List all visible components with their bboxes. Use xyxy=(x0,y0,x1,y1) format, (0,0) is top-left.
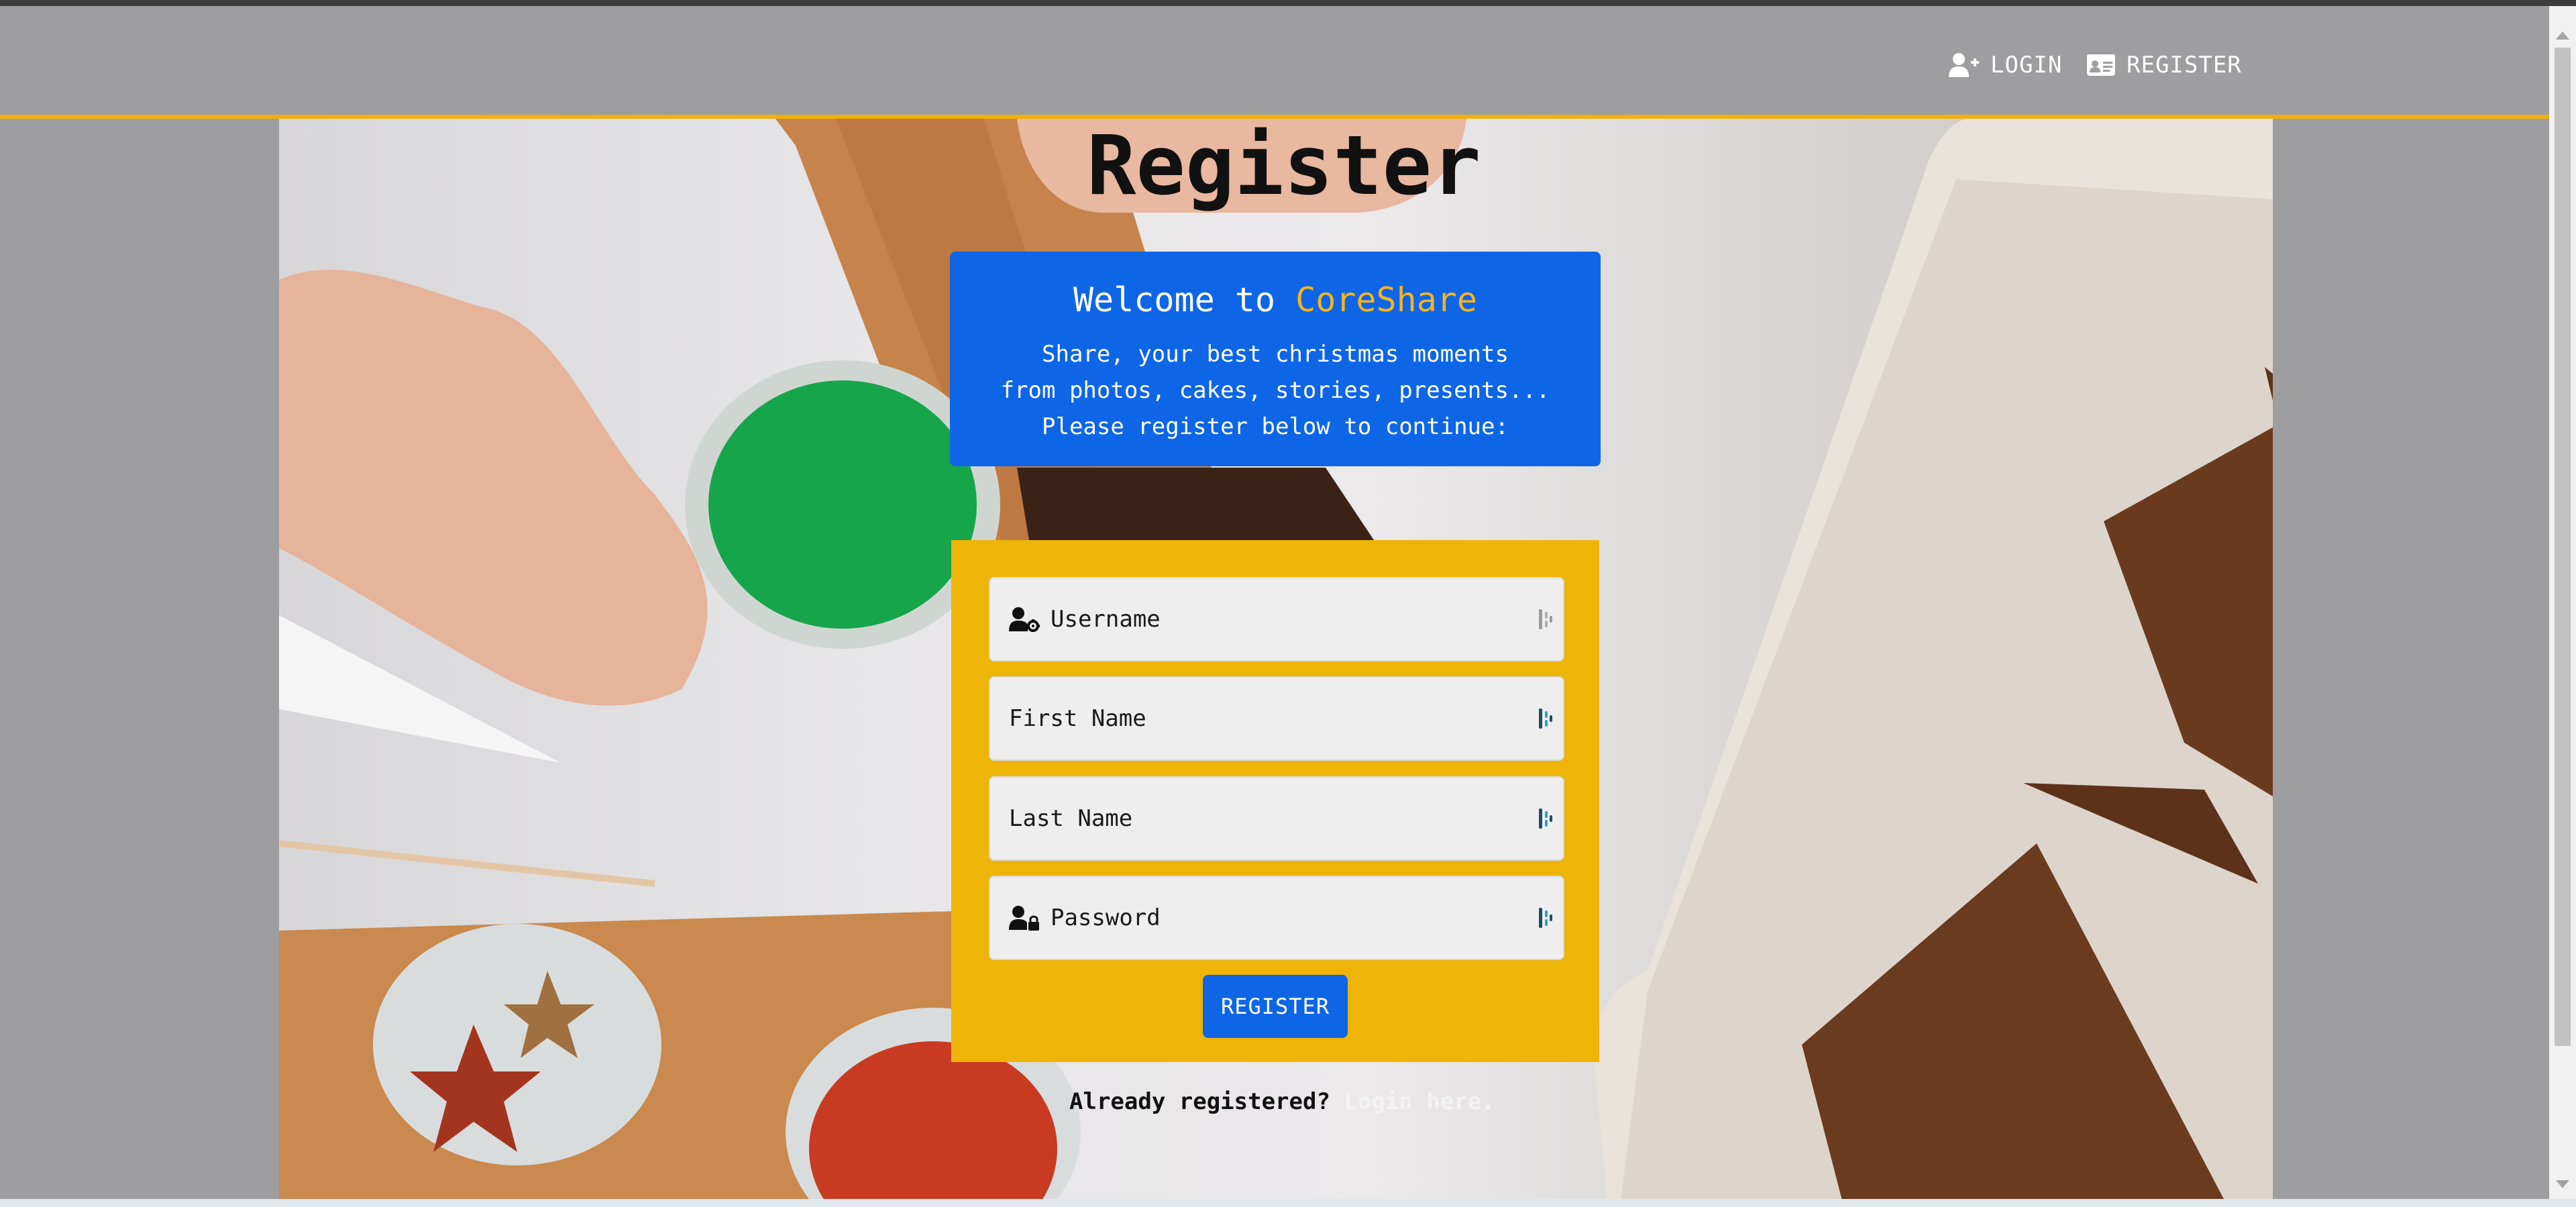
welcome-line-2: from photos, cakes, stories, presents... xyxy=(1000,377,1550,404)
login-prompt: Already registered? Login here. xyxy=(1069,1088,1495,1115)
lastname-field-wrapper xyxy=(989,776,1564,861)
welcome-card: Welcome to CoreShare Share, your best ch… xyxy=(950,252,1601,466)
lastname-input[interactable] xyxy=(1009,778,1538,859)
welcome-prefix: Welcome to xyxy=(1073,280,1296,319)
welcome-description: Share, your best christmas moments from … xyxy=(950,336,1601,445)
id-card-icon xyxy=(2087,54,2115,76)
welcome-line-3: Please register below to continue: xyxy=(1042,413,1509,440)
nav-login-link[interactable]: LOGIN xyxy=(1949,45,2062,85)
firstname-input[interactable] xyxy=(1009,678,1538,759)
nav-register-link[interactable]: REGISTER xyxy=(2086,45,2242,85)
user-plus-icon xyxy=(1949,53,1979,77)
register-submit-button[interactable]: REGISTER xyxy=(1203,975,1348,1038)
password-manager-icon[interactable] xyxy=(1538,608,1554,631)
welcome-heading: Welcome to CoreShare xyxy=(950,278,1601,321)
nav-login-label: LOGIN xyxy=(1990,52,2063,78)
username-field-wrapper xyxy=(989,577,1564,662)
password-field-wrapper xyxy=(989,876,1564,960)
brand-name: CoreShare xyxy=(1295,280,1478,319)
vertical-scrollbar[interactable] xyxy=(2549,6,2576,1199)
login-prompt-text: Already registered? xyxy=(1069,1088,1344,1115)
password-manager-icon[interactable] xyxy=(1538,707,1554,730)
page-title: Register xyxy=(1087,118,1481,213)
login-here-link[interactable]: Login here. xyxy=(1344,1088,1495,1115)
password-manager-icon[interactable] xyxy=(1538,807,1554,830)
nav-register-label: REGISTER xyxy=(2127,52,2242,78)
username-input[interactable] xyxy=(1051,578,1538,660)
navbar: LOGIN REGISTER xyxy=(0,6,2549,119)
password-manager-icon[interactable] xyxy=(1538,906,1554,929)
firstname-field-wrapper xyxy=(989,676,1564,761)
scrollbar-thumb[interactable] xyxy=(2555,48,2571,1046)
user-lock-icon xyxy=(1009,905,1040,931)
welcome-line-1: Share, your best christmas moments xyxy=(1042,341,1509,368)
window-top-strip xyxy=(0,0,2576,6)
register-form: REGISTER xyxy=(951,540,1599,1062)
scroll-down-arrow-icon[interactable] xyxy=(2556,1180,2569,1188)
user-gear-icon xyxy=(1009,607,1040,632)
scroll-up-arrow-icon[interactable] xyxy=(2556,32,2569,40)
password-input[interactable] xyxy=(1051,877,1538,959)
window-bottom-strip xyxy=(0,1199,2576,1207)
